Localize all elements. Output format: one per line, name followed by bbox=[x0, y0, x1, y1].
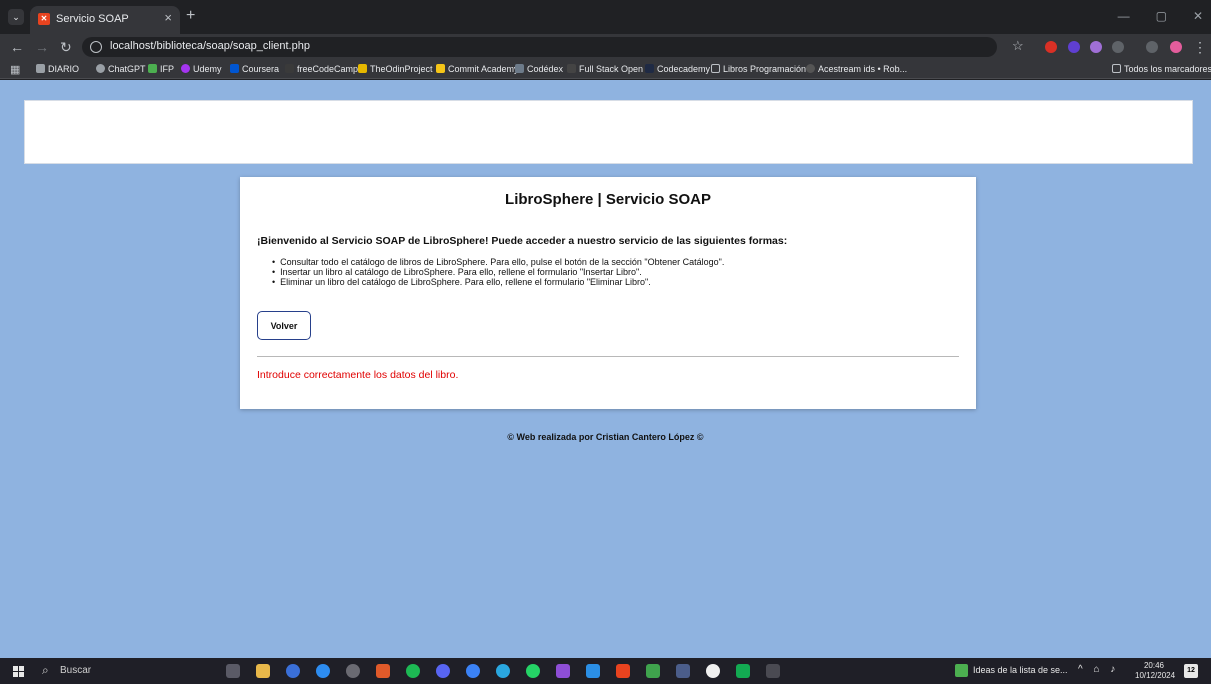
bookmark-codedex[interactable]: Codédex bbox=[515, 64, 563, 74]
search-placeholder: Buscar bbox=[60, 665, 92, 676]
extension-puzzle-icon[interactable] bbox=[1090, 41, 1102, 53]
opera-icon[interactable] bbox=[376, 664, 390, 678]
page-viewport: LibroSphere | Servicio SOAP ¡Bienvenido … bbox=[0, 80, 1211, 658]
tab-strip: ⌄ ✕ Servicio SOAP × + — ▢ ✕ bbox=[0, 0, 1211, 34]
all-bookmarks-folder[interactable]: Todos los marcadores bbox=[1112, 64, 1211, 74]
back-button[interactable]: Volver bbox=[257, 311, 311, 340]
bookmark-ifp[interactable]: IFP bbox=[148, 64, 174, 74]
menu-kebab-icon[interactable]: ⋮ bbox=[1193, 37, 1207, 57]
profile-avatar[interactable] bbox=[1170, 41, 1182, 53]
app-blue-icon[interactable] bbox=[676, 664, 690, 678]
bookmark-chatgpt[interactable]: ChatGPT bbox=[96, 64, 146, 74]
xampp-favicon-icon: ✕ bbox=[38, 13, 50, 25]
chrome-icon[interactable] bbox=[286, 664, 300, 678]
bookmark-full-stack-open[interactable]: Full Stack Open bbox=[567, 64, 643, 74]
bookmark-freecodecamp[interactable]: freeCodeCamp bbox=[285, 64, 358, 74]
reading-list-icon[interactable] bbox=[1146, 41, 1158, 53]
task-view-icon[interactable] bbox=[226, 664, 240, 678]
bookmark-diario[interactable]: DIARIO bbox=[36, 64, 79, 74]
windows-start-icon[interactable] bbox=[13, 666, 24, 677]
active-tab[interactable]: ✕ Servicio SOAP × bbox=[30, 6, 180, 34]
bookmark-commit-academy[interactable]: Commit Academy bbox=[436, 64, 519, 74]
minimize-icon[interactable]: — bbox=[1118, 9, 1130, 23]
new-tab-button[interactable]: + bbox=[186, 8, 195, 24]
maximize-icon[interactable]: ▢ bbox=[1156, 9, 1167, 23]
tab-search-icon[interactable]: ⌄ bbox=[8, 9, 24, 25]
app-icon[interactable] bbox=[466, 664, 480, 678]
reload-icon[interactable]: ↻ bbox=[60, 37, 72, 57]
edge-icon[interactable] bbox=[496, 664, 510, 678]
bookmark-folder-libros[interactable]: Libros Programación bbox=[711, 64, 806, 74]
header-banner bbox=[24, 100, 1193, 164]
search-icon: ⌕ bbox=[42, 663, 49, 677]
bookmark-codecademy[interactable]: Codecademy bbox=[645, 64, 710, 74]
tab-close-icon[interactable]: × bbox=[164, 10, 172, 25]
app-white-icon[interactable] bbox=[706, 664, 720, 678]
address-bar[interactable]: localhost/biblioteca/soap/soap_client.ph… bbox=[82, 37, 997, 57]
welcome-text: ¡Bienvenido al Servicio SOAP de LibroSph… bbox=[257, 235, 788, 247]
extension-icon[interactable] bbox=[1068, 41, 1080, 53]
windows-taskbar: ⌕ Buscar Ideas de la lista de se... ^ ⌂ … bbox=[0, 658, 1211, 684]
whatsapp-icon[interactable] bbox=[526, 664, 540, 678]
error-message: Introduce correctamente los datos del li… bbox=[257, 369, 459, 381]
bookmark-theodinproject[interactable]: TheOdinProject bbox=[358, 64, 433, 74]
apps-grid-icon[interactable]: ▦ bbox=[10, 63, 20, 76]
list-item: Eliminar un libro del catálogo de LibroS… bbox=[272, 277, 724, 287]
list-item: Consultar todo el catálogo de libros de … bbox=[272, 257, 724, 267]
discord-icon[interactable] bbox=[436, 664, 450, 678]
file-explorer-icon[interactable] bbox=[256, 664, 270, 678]
window-controls: — ▢ ✕ bbox=[1118, 9, 1203, 23]
footer-credit: © Web realizada por Cristian Cantero Lóp… bbox=[507, 432, 704, 442]
back-arrow-icon[interactable]: ← bbox=[10, 37, 24, 57]
close-window-icon[interactable]: ✕ bbox=[1193, 9, 1203, 23]
xampp-icon[interactable] bbox=[616, 664, 630, 678]
taskbar-search[interactable]: ⌕ Buscar bbox=[36, 661, 216, 681]
visual-studio-icon[interactable] bbox=[556, 664, 570, 678]
browser-icon[interactable] bbox=[316, 664, 330, 678]
system-tray-icons[interactable]: ^ ⌂ ♪ bbox=[1078, 664, 1119, 675]
site-info-icon[interactable] bbox=[90, 41, 102, 53]
bookmark-star-icon[interactable]: ☆ bbox=[1012, 38, 1024, 54]
clock-date: 10/12/2024 bbox=[1135, 671, 1176, 680]
browser-toolbar: ← → ↻ localhost/biblioteca/soap/soap_cli… bbox=[0, 34, 1211, 60]
bookmark-udemy[interactable]: Udemy bbox=[181, 64, 222, 74]
divider bbox=[257, 356, 959, 357]
forward-arrow-icon[interactable]: → bbox=[35, 37, 49, 57]
url-text[interactable]: localhost/biblioteca/soap/soap_client.ph… bbox=[110, 40, 310, 52]
app-green-icon[interactable] bbox=[646, 664, 660, 678]
bookmark-coursera[interactable]: Coursera bbox=[230, 64, 279, 74]
spotify-icon[interactable] bbox=[406, 664, 420, 678]
github-icon[interactable] bbox=[346, 664, 360, 678]
notification-center-icon[interactable]: 12 bbox=[1184, 664, 1198, 678]
clock-time: 20:46 bbox=[1143, 661, 1165, 670]
widget-icon[interactable] bbox=[955, 664, 968, 677]
vscode-icon[interactable] bbox=[586, 664, 600, 678]
widget-text[interactable]: Ideas de la lista de se... bbox=[973, 665, 1068, 675]
tab-title: Servicio SOAP bbox=[56, 13, 129, 25]
bookmarks-bar: ▦ DIARIO ChatGPT IFP Udemy Coursera free… bbox=[0, 60, 1211, 79]
main-card: LibroSphere | Servicio SOAP ¡Bienvenido … bbox=[240, 177, 976, 409]
service-options-list: Consultar todo el catálogo de libros de … bbox=[272, 257, 724, 287]
clock[interactable]: 20:46 10/12/2024 bbox=[1135, 661, 1176, 681]
mongodb-icon[interactable] bbox=[736, 664, 750, 678]
terminal-icon[interactable] bbox=[766, 664, 780, 678]
extension-adblock-icon[interactable] bbox=[1045, 41, 1057, 53]
bookmark-acestream[interactable]: Acestream ids • Rob... bbox=[806, 64, 907, 74]
page-title: LibroSphere | Servicio SOAP bbox=[505, 191, 711, 208]
list-item: Insertar un libro al catálogo de LibroSp… bbox=[272, 267, 724, 277]
extensions-icon[interactable] bbox=[1112, 41, 1124, 53]
